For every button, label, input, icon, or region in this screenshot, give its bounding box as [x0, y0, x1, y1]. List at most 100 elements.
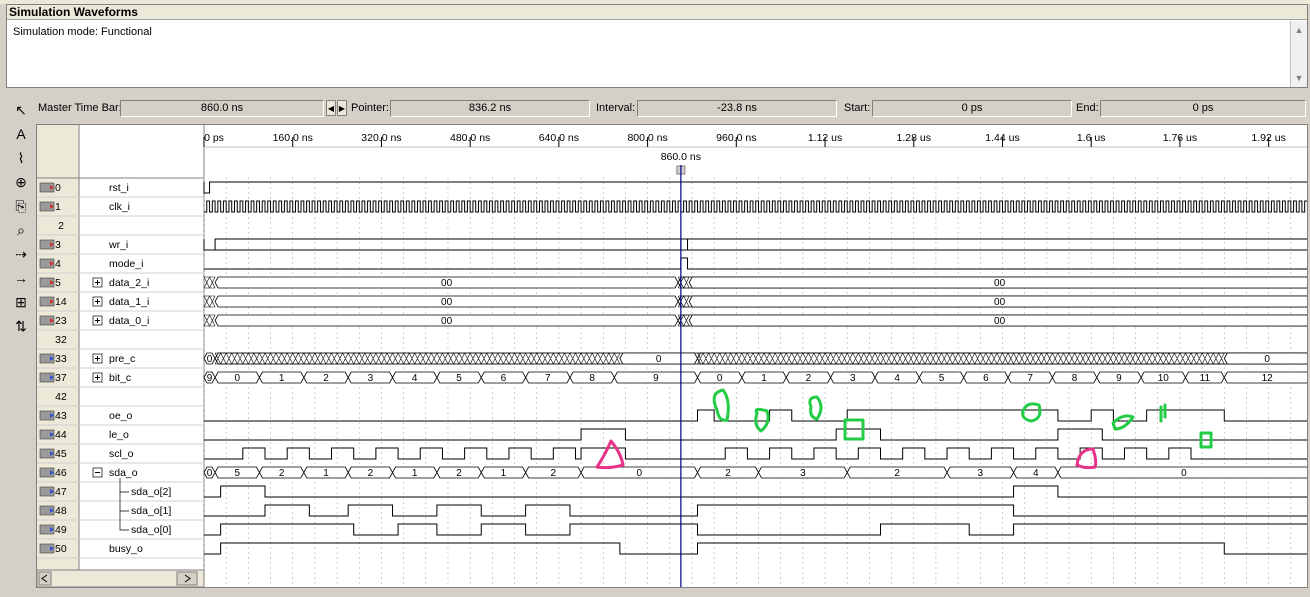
signal-name: data_2_i	[109, 277, 149, 289]
signal-id: 45	[55, 448, 67, 460]
bit_c-wave-value: 6	[983, 373, 989, 384]
annotation-mark	[1021, 402, 1042, 423]
scroll-left-icon[interactable]	[38, 571, 52, 586]
sda_o1-wave	[204, 504, 1307, 517]
group-icon[interactable]: ⊞	[9, 291, 33, 313]
waveform-edit-icon[interactable]: ⌇	[9, 147, 33, 169]
ruler-tick-label: 960.0 ns	[716, 132, 756, 144]
signal-id: 37	[55, 372, 67, 384]
sda_o-wave-value: 2	[725, 468, 731, 479]
sda_o-wave-value: 5	[234, 468, 240, 479]
interval-label: Interval:	[596, 102, 636, 114]
ruler-tick-label: 160.0 ns	[273, 132, 313, 144]
bit_c-wave-value: 7	[1027, 373, 1033, 384]
signal-name: pre_c	[109, 353, 135, 365]
scroll-down-icon[interactable]: ▼	[1292, 71, 1306, 85]
sda_o0-wave	[204, 523, 1307, 536]
signal-name: rst_i	[109, 182, 129, 194]
sda_o-wave-value: 0	[637, 468, 643, 479]
signal-id: 4	[55, 258, 61, 270]
annotation-mark	[1159, 403, 1167, 423]
master-time-label: Master Time Bar:	[38, 102, 122, 114]
sda_o-wave-value: 2	[279, 468, 285, 479]
signal-id: 14	[55, 296, 67, 308]
signal-id: 23	[55, 315, 67, 327]
signal-name: le_o	[109, 429, 129, 441]
data_0_i-wave2-value: 00	[994, 316, 1006, 327]
cursor-time-label: 860.0 ns	[661, 151, 701, 163]
ruler-tick-label: 1.44 us	[985, 132, 1019, 144]
signal-id: 32	[55, 334, 67, 346]
pre_c-wave3-value: 0	[1264, 354, 1270, 365]
bit_c-wave-value: 6	[501, 373, 507, 384]
scl_o-wave	[204, 447, 1307, 460]
sda_o-wave-value: 0	[1181, 468, 1187, 479]
annotation-mark	[1111, 414, 1135, 431]
annotation-mark	[808, 395, 823, 421]
mode_i-wave	[204, 257, 1307, 270]
bit_c-wave-value: 5	[456, 373, 462, 384]
simulation-mode-text: Simulation mode: Functional	[13, 26, 152, 38]
signal-id: 48	[55, 505, 67, 517]
bit_c-wave-value: 12	[1262, 373, 1274, 384]
bit_c-wave-value: 11	[1200, 373, 1211, 384]
signal-id: 33	[55, 353, 67, 365]
next-transition-icon[interactable]: ▶	[337, 100, 347, 116]
signal-name: mode_i	[109, 258, 143, 270]
replace-icon[interactable]: ⇢	[9, 243, 33, 265]
pre_c-wave2-value: 0	[656, 354, 662, 365]
signal-name: sda_o	[109, 467, 138, 479]
find-icon[interactable]: ⌕	[9, 219, 33, 241]
data_2_i-wave2-value: 00	[994, 278, 1006, 289]
wr_i-pulse	[680, 238, 689, 250]
sda_o-wave-value: 1	[412, 468, 418, 479]
waveform-canvas[interactable]: 0 ps 160.0 ns 320.0 ns 480.0 ns 640.0 ns 800.…	[37, 125, 1307, 587]
panel-title: Simulation Waveforms	[7, 5, 1307, 20]
bit_c-wave-value: 5	[939, 373, 945, 384]
signal-id: 43	[55, 410, 67, 422]
panel-scrollbar[interactable]: ▲ ▼	[1290, 21, 1307, 87]
zoom-icon[interactable]: ⊕	[9, 171, 33, 193]
signal-id: 47	[55, 486, 67, 498]
bit_c-wave-value: 3	[850, 373, 856, 384]
copy-icon[interactable]: ⎘	[9, 195, 33, 217]
sort-icon[interactable]: ⇅	[9, 315, 33, 337]
master-time-field[interactable]: 860.0 ns	[120, 100, 324, 117]
bit_c-wave-value: 2	[323, 373, 329, 384]
assign-value-icon[interactable]: →	[9, 267, 33, 289]
signal-id: 3	[55, 239, 61, 251]
scroll-right-icon[interactable]	[176, 571, 198, 586]
sda_o-wave-value: 0	[207, 468, 213, 479]
ruler-tick-label: 800.0 ns	[627, 132, 667, 144]
signal-id: 5	[55, 277, 61, 289]
sda_o-wave-value: 4	[1033, 468, 1039, 479]
annotation-mark	[595, 439, 625, 470]
bit_c-wave-value: 9	[207, 373, 213, 384]
interval-field: -23.8 ns	[637, 100, 837, 117]
text-tool-icon[interactable]: A	[9, 123, 33, 145]
pointer-label: Pointer:	[351, 102, 389, 114]
signal-name: oe_o	[109, 410, 133, 422]
ruler-tick-label: 0 ps	[204, 132, 224, 144]
ruler-tick-label: 320.0 ns	[361, 132, 401, 144]
end-label: End:	[1076, 102, 1099, 114]
signal-name: sda_o[1]	[131, 505, 171, 517]
prev-transition-icon[interactable]: ◀	[326, 100, 336, 116]
signal-name: busy_o	[109, 543, 143, 555]
bit_c-wave-value: 1	[761, 373, 767, 384]
signal-id: 49	[55, 524, 67, 536]
bit_c-wave-value: 3	[368, 373, 374, 384]
end-field: 0 ps	[1100, 100, 1306, 117]
signal-name: sda_o[2]	[131, 486, 171, 498]
bit_c-wave-value: 4	[894, 373, 900, 384]
clk_i-wave	[204, 200, 1307, 213]
start-label: Start:	[844, 102, 871, 114]
le_o-wave	[204, 428, 1307, 441]
scroll-up-icon[interactable]: ▲	[1292, 23, 1306, 37]
bit_c-wave-value: 0	[717, 373, 723, 384]
start-field: 0 ps	[872, 100, 1072, 117]
signal-name: data_0_i	[109, 315, 149, 327]
waveform-grid[interactable]: 0 ps 160.0 ns 320.0 ns 480.0 ns 640.0 ns 800.…	[36, 124, 1308, 588]
sda_o-wave-value: 3	[800, 468, 806, 479]
pointer-tool-icon[interactable]: ↖	[9, 99, 33, 121]
